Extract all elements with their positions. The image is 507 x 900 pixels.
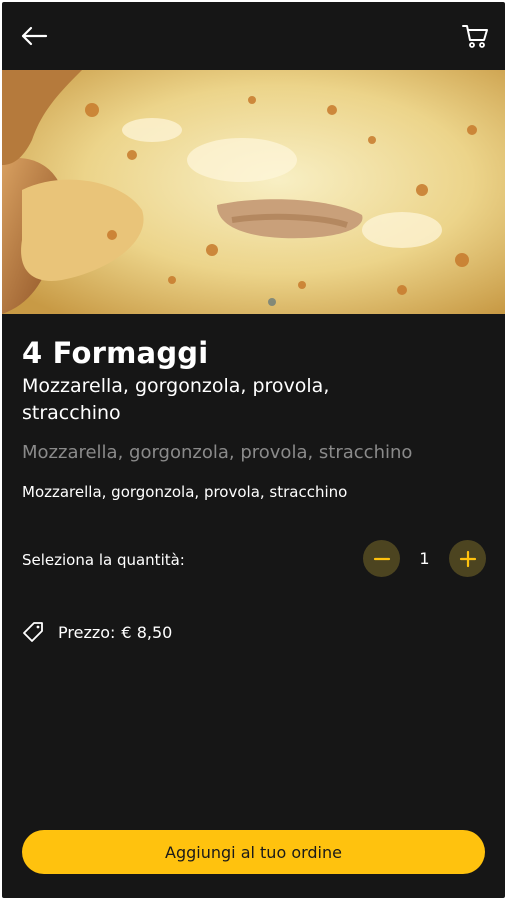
minus-icon [373, 557, 390, 560]
shopping-cart-icon [462, 25, 488, 48]
arrow-left-icon [21, 26, 48, 46]
product-description: Mozzarella, gorgonzola, provola, stracch… [22, 483, 348, 501]
price-row: Prezzo: € 8,50 [22, 618, 172, 646]
plus-icon [459, 550, 476, 567]
back-button[interactable] [18, 20, 50, 52]
product-title: 4 Formaggi [22, 336, 209, 370]
product-screen: 4 Formaggi Mozzarella, gorgonzola, provo… [2, 2, 505, 898]
quantity-label: Seleziona la quantità: [22, 551, 185, 569]
tag-icon [23, 622, 43, 642]
top-bar [2, 2, 505, 70]
quantity-decrease-button[interactable] [363, 540, 400, 577]
quantity-value: 1 [419, 549, 430, 568]
price-label: Prezzo: [58, 622, 116, 642]
product-subtitle: Mozzarella, gorgonzola, provola, stracch… [22, 375, 330, 424]
quantity-increase-button[interactable] [449, 540, 486, 577]
product-description-muted: Mozzarella, gorgonzola, provola, stracch… [22, 442, 413, 463]
price-text: Prezzo: € 8,50 [58, 623, 172, 642]
add-to-order-button[interactable]: Aggiungi al tuo ordine [22, 830, 485, 874]
product-image [2, 70, 505, 314]
pizza-photo [2, 70, 505, 314]
price-value: € 8,50 [121, 622, 173, 642]
cart-button[interactable] [459, 20, 491, 52]
